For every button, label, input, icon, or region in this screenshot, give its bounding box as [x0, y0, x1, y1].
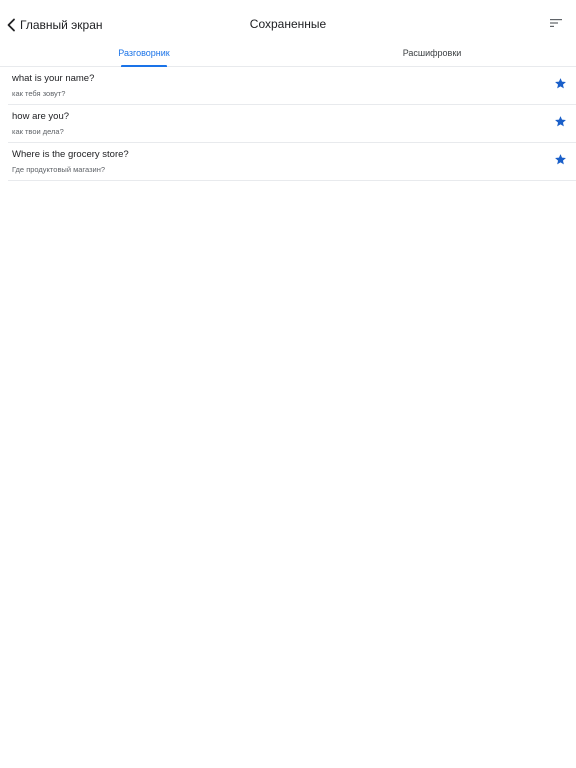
phrase-translation: как твои дела? — [12, 127, 64, 136]
phrase-text: how are you? — [12, 111, 70, 122]
phrase-text: what is your name? — [12, 73, 95, 84]
tab-label: Разговорник — [118, 48, 170, 58]
star-icon — [554, 115, 567, 133]
tab-transcripts[interactable]: Расшифровки — [288, 40, 576, 67]
star-button[interactable] — [552, 154, 568, 170]
tab-bar: Разговорник Расшифровки — [0, 40, 576, 67]
star-button[interactable] — [552, 116, 568, 132]
list-item[interactable]: what is your name? как тебя зовут? — [8, 67, 576, 105]
star-button[interactable] — [552, 78, 568, 94]
phrase-translation: Где продуктовый магазин? — [12, 165, 106, 174]
saved-phrases-list: what is your name? как тебя зовут? how a… — [8, 67, 576, 181]
sort-button[interactable] — [544, 14, 568, 36]
sort-icon — [549, 16, 563, 34]
phrase-translation: как тебя зовут? — [12, 89, 66, 98]
tab-label: Расшифровки — [402, 48, 462, 58]
page-title: Сохраненные — [249, 17, 327, 31]
list-item[interactable]: how are you? как твои дела? — [8, 105, 576, 143]
star-icon — [554, 77, 567, 95]
list-item[interactable]: Where is the grocery store? Где продукто… — [8, 143, 576, 181]
phrase-text: Where is the grocery store? — [12, 149, 129, 160]
tab-phrasebook[interactable]: Разговорник — [0, 40, 288, 67]
star-icon — [554, 153, 567, 171]
